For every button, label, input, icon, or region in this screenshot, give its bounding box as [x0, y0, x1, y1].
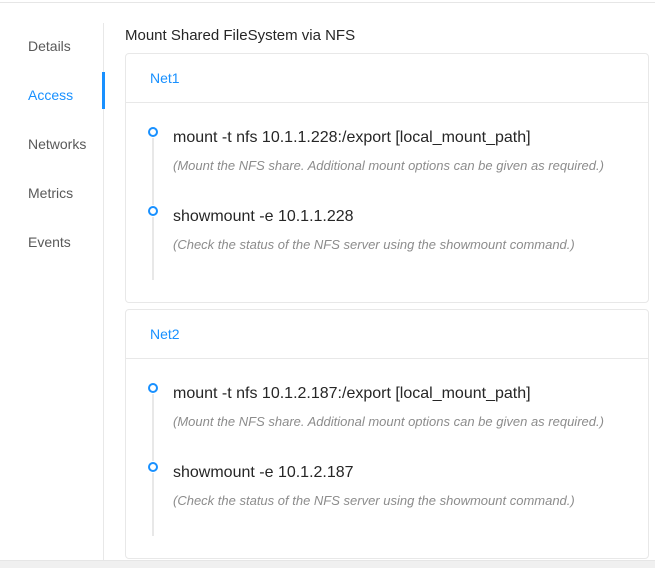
- net1-card-title: Net1: [126, 54, 648, 103]
- tab-details[interactable]: Details: [0, 28, 103, 64]
- net2-card-body: mount -t nfs 10.1.2.187:/export [local_m…: [126, 359, 648, 558]
- timeline-step: mount -t nfs 10.1.1.228:/export [local_m…: [148, 126, 624, 205]
- app-container: Details Access Networks Metrics Events M…: [0, 0, 655, 561]
- net1-card: Net1 mount -t nfs 10.1.1.228:/export [lo…: [125, 53, 649, 303]
- net2-card: Net2 mount -t nfs 10.1.2.187:/export [lo…: [125, 309, 649, 559]
- mount-command-description: (Mount the NFS share. Additional mount o…: [173, 157, 624, 175]
- timeline-step: mount -t nfs 10.1.2.187:/export [local_m…: [148, 382, 624, 461]
- showmount-command-description: (Check the status of the NFS server usin…: [173, 492, 624, 510]
- net1-timeline: mount -t nfs 10.1.1.228:/export [local_m…: [148, 126, 624, 280]
- active-tab-indicator: [102, 72, 105, 109]
- timeline-dot-icon: [148, 462, 158, 472]
- showmount-command-description: (Check the status of the NFS server usin…: [173, 236, 624, 254]
- sidebar-tabs: Details Access Networks Metrics Events: [0, 23, 104, 560]
- timeline-dot-icon: [148, 127, 158, 137]
- net2-card-title: Net2: [126, 310, 648, 359]
- tab-events[interactable]: Events: [0, 224, 103, 260]
- access-page: Details Access Networks Metrics Events M…: [0, 2, 655, 561]
- net2-timeline: mount -t nfs 10.1.2.187:/export [local_m…: [148, 382, 624, 536]
- tab-access-label: Access: [28, 87, 73, 103]
- main-content: Mount Shared FileSystem via NFS Net1 mou…: [104, 3, 655, 560]
- mount-command-description: (Mount the NFS share. Additional mount o…: [173, 413, 624, 431]
- timeline-dot-icon: [148, 206, 158, 216]
- page-title: Mount Shared FileSystem via NFS: [125, 25, 649, 47]
- showmount-command-text: showmount -e 10.1.1.228: [173, 205, 624, 229]
- timeline-step: showmount -e 10.1.2.187 (Check the statu…: [148, 461, 624, 536]
- timeline-dot-icon: [148, 383, 158, 393]
- showmount-command-text: showmount -e 10.1.2.187: [173, 461, 624, 485]
- mount-command-text: mount -t nfs 10.1.2.187:/export [local_m…: [173, 382, 624, 406]
- net1-card-body: mount -t nfs 10.1.1.228:/export [local_m…: [126, 103, 648, 302]
- mount-command-text: mount -t nfs 10.1.1.228:/export [local_m…: [173, 126, 624, 150]
- tab-metrics[interactable]: Metrics: [0, 175, 103, 211]
- tab-access[interactable]: Access: [0, 77, 103, 113]
- tab-networks[interactable]: Networks: [0, 126, 103, 162]
- timeline-step: showmount -e 10.1.1.228 (Check the statu…: [148, 205, 624, 280]
